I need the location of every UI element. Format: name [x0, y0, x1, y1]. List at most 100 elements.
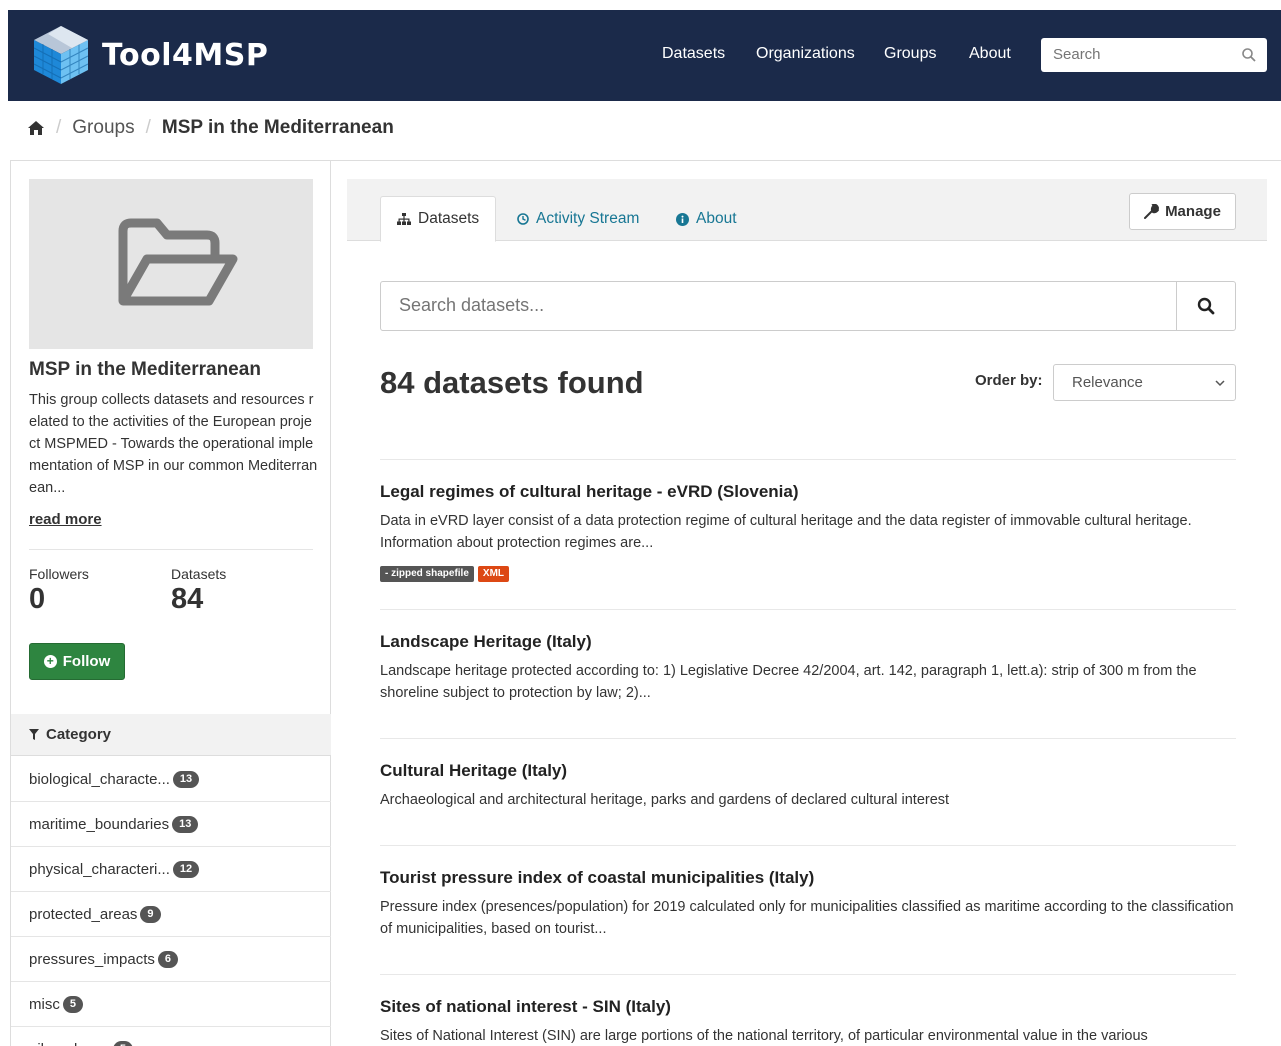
follow-label: Follow: [62, 653, 111, 670]
dataset-notes: Pressure index (presences/population) fo…: [380, 899, 1234, 937]
dataset-title[interactable]: Cultural Heritage (Italy): [380, 761, 1236, 781]
dataset-notes: Archaeological and architectural heritag…: [380, 792, 950, 808]
results-count: 84 datasets found: [380, 365, 644, 400]
clock-icon: [517, 213, 529, 225]
tab-datasets[interactable]: Datasets: [380, 196, 497, 242]
group-description: This group collects datasets and resourc…: [29, 392, 318, 496]
followers-count: 0: [29, 583, 46, 615]
facet-label: protected_areas: [29, 905, 138, 923]
facet-label: misc: [29, 995, 60, 1013]
dataset-item: Legal regimes of cultural heritage - eVR…: [380, 459, 1236, 609]
dataset-item: Cultural Heritage (Italy) Archaeological…: [380, 738, 1236, 845]
site-search: [1041, 38, 1267, 72]
search-icon: [1197, 297, 1215, 315]
facet-category-header: Category: [11, 714, 331, 756]
plus-circle-icon: +: [43, 655, 57, 668]
dataset-title[interactable]: Sites of national interest - SIN (Italy): [380, 997, 1236, 1017]
facet-label: physical_characteri...: [29, 860, 170, 878]
dataset-notes: Landscape heritage protected according t…: [380, 663, 1197, 701]
format-badge[interactable]: XML: [477, 566, 510, 582]
facet-item[interactable]: misc 5: [11, 982, 331, 1027]
datasets-count: 84: [171, 583, 204, 615]
facet-item[interactable]: biological_characte... 13: [11, 757, 331, 802]
dataset-title[interactable]: Tourist pressure index of coastal munici…: [380, 868, 1236, 888]
dataset-title[interactable]: Landscape Heritage (Italy): [380, 632, 1236, 652]
facet-count-badge: 5: [112, 1040, 134, 1046]
dataset-item: Tourist pressure index of coastal munici…: [380, 845, 1236, 974]
sidebar: MSP in the Mediterranean This group coll…: [11, 161, 331, 1046]
sitemap-icon: [397, 213, 411, 225]
wrench-icon: [1144, 204, 1160, 219]
chevron-down-icon: [1215, 380, 1225, 387]
site-search-input[interactable]: [1053, 38, 1233, 70]
manage-button[interactable]: Manage: [1129, 193, 1236, 230]
dataset-formats: - zipped shapefile XML: [380, 566, 1236, 582]
tab-label: Activity Stream: [536, 210, 640, 227]
order-by-label: Order by:: [975, 372, 1043, 389]
facet-list: biological_characte... 13 maritime_bound…: [11, 757, 331, 1046]
breadcrumb-separator: /: [56, 117, 62, 138]
facet-count-badge: 13: [172, 770, 200, 788]
tab-label: Datasets: [418, 210, 480, 227]
facet-count-badge: 13: [172, 815, 199, 833]
nav-datasets[interactable]: Datasets: [662, 45, 725, 63]
content-wrapper: MSP in the Mediterranean This group coll…: [10, 160, 1281, 1046]
dataset-item: Sites of national interest - SIN (Italy)…: [380, 974, 1236, 1046]
tab-about[interactable]: About: [660, 196, 753, 242]
site-title: Tool4MSP: [102, 37, 269, 73]
follow-button[interactable]: + Follow: [29, 643, 125, 680]
nav-about[interactable]: About: [969, 45, 1011, 63]
facet-item[interactable]: pressures_impacts 6: [11, 937, 331, 982]
dataset-item: Landscape Heritage (Italy) Landscape her…: [380, 609, 1236, 738]
facet-count-badge: 5: [62, 995, 83, 1013]
nav-groups[interactable]: Groups: [884, 45, 936, 63]
info-icon: [676, 212, 689, 226]
order-by-select[interactable]: Relevance: [1053, 364, 1236, 401]
dataset-list: Legal regimes of cultural heritage - eVR…: [380, 459, 1236, 1046]
breadcrumb-separator: /: [145, 117, 151, 138]
folder-open-icon: [118, 218, 238, 306]
facet-item[interactable]: oil_and_gas 5: [11, 1027, 331, 1046]
facet-item[interactable]: protected_areas 9: [11, 892, 331, 937]
search-icon[interactable]: [1241, 47, 1257, 63]
read-more-link[interactable]: read more: [29, 511, 102, 528]
facet-label: biological_characte...: [29, 770, 170, 788]
manage-label: Manage: [1165, 203, 1221, 220]
breadcrumb-current[interactable]: MSP in the Mediterranean: [162, 117, 394, 139]
facet-label: oil_and_gas: [29, 1041, 110, 1046]
logo-icon: [32, 24, 90, 86]
followers-stat: Followers 0: [29, 566, 89, 616]
dataset-title[interactable]: Legal regimes of cultural heritage - eVR…: [380, 482, 1236, 502]
home-icon[interactable]: [27, 120, 45, 136]
site-logo[interactable]: Tool4MSP: [32, 24, 268, 86]
dataset-search: [380, 281, 1236, 331]
tab-bar: Datasets Activity Stream About Manage: [347, 179, 1267, 242]
facet-count-badge: 6: [157, 950, 179, 968]
dataset-notes: Data in eVRD layer consist of a data pro…: [380, 513, 1192, 551]
datasets-label: Datasets: [171, 566, 227, 582]
facet-item[interactable]: maritime_boundaries 13: [11, 802, 331, 847]
nav-organizations[interactable]: Organizations: [756, 45, 855, 63]
divider: [29, 549, 313, 550]
order-by-value: Relevance: [1072, 374, 1143, 391]
site-header: Tool4MSP Datasets Organizations Groups A…: [8, 10, 1281, 101]
dataset-search-button[interactable]: [1176, 282, 1235, 330]
breadcrumb-groups[interactable]: Groups: [72, 117, 134, 139]
facet-label: maritime_boundaries: [29, 815, 170, 833]
facet-item[interactable]: physical_characteri... 12: [11, 847, 331, 892]
datasets-stat: Datasets 84: [171, 566, 226, 616]
format-badge[interactable]: - zipped shapefile: [380, 566, 474, 582]
filter-icon: [29, 729, 39, 740]
facet-count-badge: 12: [172, 860, 200, 878]
breadcrumb: / Groups / MSP in the Mediterranean: [27, 117, 394, 139]
tab-activity-stream[interactable]: Activity Stream: [501, 196, 655, 242]
dataset-notes: Sites of National Interest (SIN) are lar…: [380, 1028, 1148, 1044]
group-title: MSP in the Mediterranean: [29, 359, 261, 380]
group-image[interactable]: [29, 179, 313, 349]
followers-label: Followers: [29, 566, 89, 582]
facet-count-badge: 9: [140, 905, 161, 923]
facet-title: Category: [46, 726, 112, 743]
tab-label: About: [696, 210, 737, 227]
dataset-search-input[interactable]: [399, 282, 1159, 328]
facet-label: pressures_impacts: [29, 950, 155, 968]
